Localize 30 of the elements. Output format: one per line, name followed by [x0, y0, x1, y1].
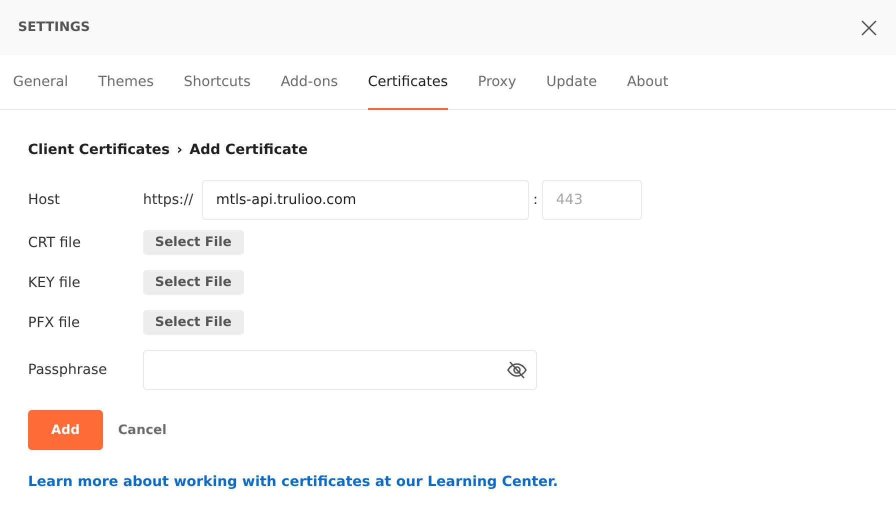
settings-tab[interactable]: General [13, 55, 68, 110]
settings-tab[interactable]: Themes [98, 55, 154, 110]
field-label: Passphrase [28, 362, 108, 378]
field-label: PFX file [28, 314, 81, 330]
settings-tab[interactable]: Proxy [478, 55, 516, 110]
field-label: KEY file [28, 274, 82, 290]
passphrase-field[interactable] [143, 350, 537, 390]
settings-tab[interactable]: Certificates [368, 55, 448, 110]
breadcrumb-separator: › [176, 142, 182, 158]
breadcrumb-link[interactable]: Client Certificates [28, 142, 170, 158]
field-label: CRT file [28, 234, 82, 250]
select-file-button[interactable]: Select File [143, 310, 244, 335]
window-title: SETTINGS [18, 20, 90, 35]
eye-slash-icon[interactable] [507, 361, 527, 379]
port-separator: : [532, 192, 539, 208]
breadcrumb-current: Add Certificate [190, 142, 308, 158]
settings-tab[interactable]: Update [546, 55, 597, 110]
cancel-button[interactable]: Cancel [118, 422, 167, 438]
settings-tab[interactable]: Shortcuts [184, 55, 251, 110]
settings-tab[interactable]: About [626, 55, 668, 110]
field-label: Host [28, 192, 61, 208]
learning-center-link[interactable]: Learn more about working with certificates at our Learning Center. [28, 474, 558, 490]
select-file-button[interactable]: Select File [143, 270, 244, 295]
protocol-prefix: https:// [143, 192, 194, 208]
host-field[interactable]: mtls-api.trulioo.com [202, 180, 529, 220]
add-button[interactable]: Add [28, 410, 103, 450]
port-field[interactable]: 443 [542, 180, 642, 220]
select-file-button[interactable]: Select File [143, 230, 244, 255]
settings-tab[interactable]: Add-ons [280, 55, 338, 110]
close-button[interactable] [860, 18, 878, 36]
